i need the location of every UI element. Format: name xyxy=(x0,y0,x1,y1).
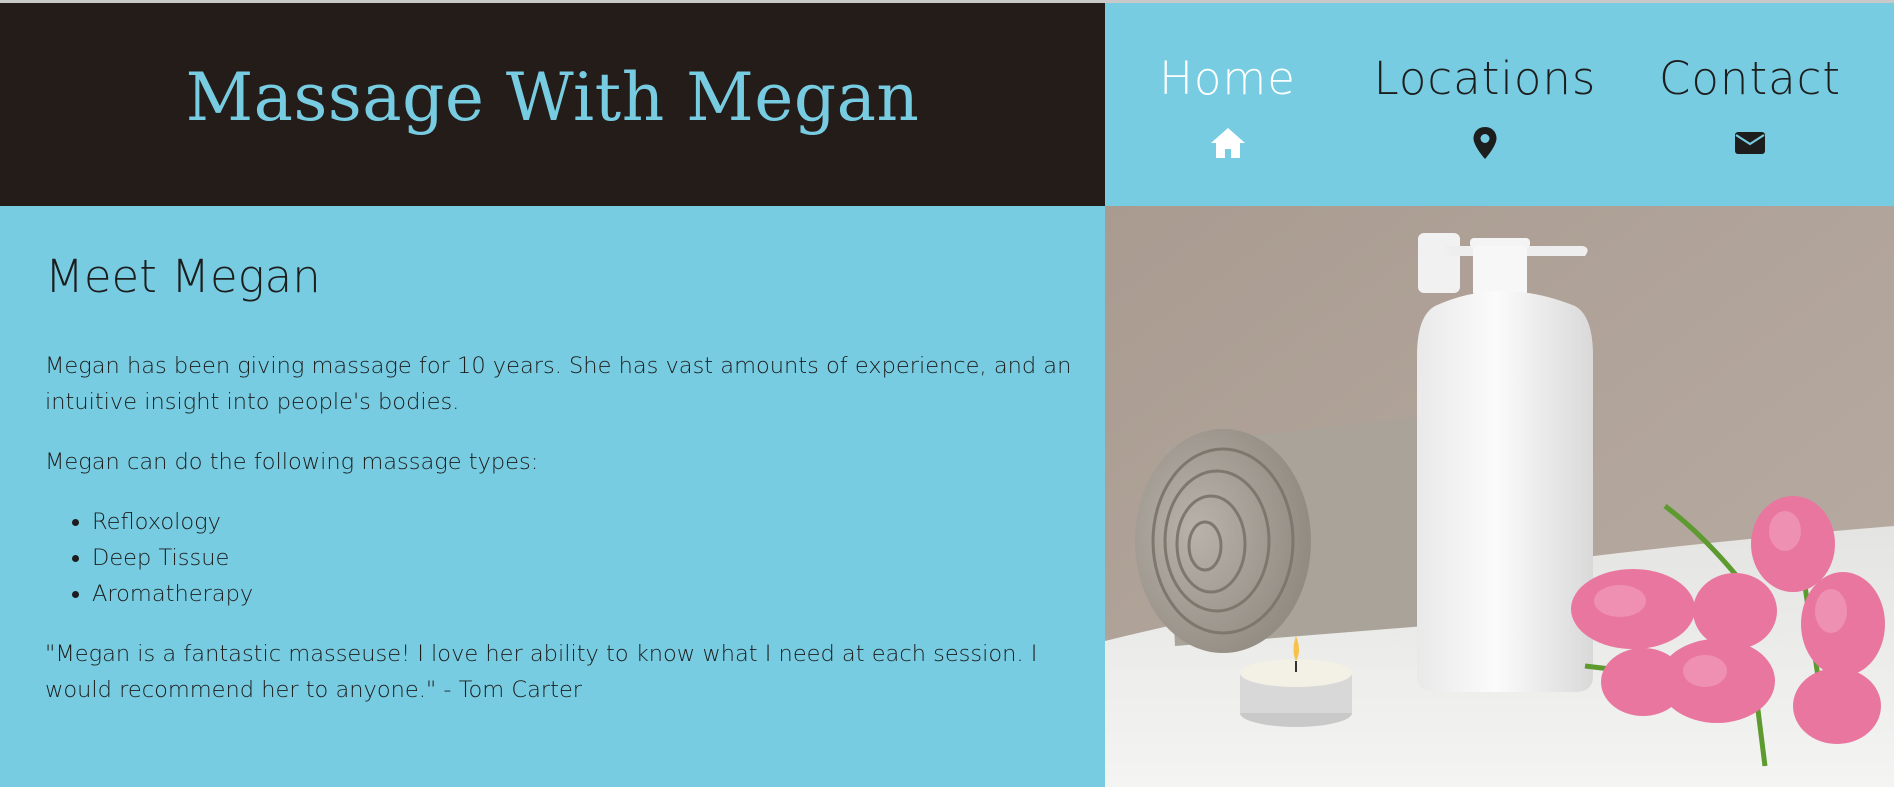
list-item: Deep Tissue xyxy=(92,540,253,576)
section-heading: Meet Megan xyxy=(45,250,321,303)
about-section: Meet Megan Megan has been giving massage… xyxy=(0,206,1105,787)
nav-locations[interactable]: Locations xyxy=(1374,49,1595,189)
list-item: Aromatherapy xyxy=(92,576,253,612)
nav-contact-label: Contact xyxy=(1658,52,1842,105)
envelope-icon xyxy=(1734,123,1766,163)
nav-home[interactable]: Home xyxy=(1159,49,1295,189)
massage-types-intro: Megan can do the following massage types… xyxy=(45,449,539,475)
testimonial: "Megan is a fantastic masseuse! I love h… xyxy=(45,641,1038,703)
nav-contact[interactable]: Contact xyxy=(1658,49,1842,189)
massage-types-list: Refloxology Deep Tissue Aromatherapy xyxy=(45,504,253,612)
map-marker-icon xyxy=(1472,123,1498,163)
intro-paragraph: Megan has been giving massage for 10 yea… xyxy=(45,353,1072,415)
nav-home-label: Home xyxy=(1159,52,1296,105)
site-header: Massage With Megan xyxy=(0,3,1105,206)
nav-locations-label: Locations xyxy=(1373,52,1597,105)
site-title[interactable]: Massage With Megan xyxy=(186,59,920,136)
spa-photo xyxy=(1105,206,1894,787)
list-item: Refloxology xyxy=(92,504,253,540)
home-icon xyxy=(1209,123,1247,163)
main-nav: Home Locations Contact xyxy=(1105,3,1894,206)
